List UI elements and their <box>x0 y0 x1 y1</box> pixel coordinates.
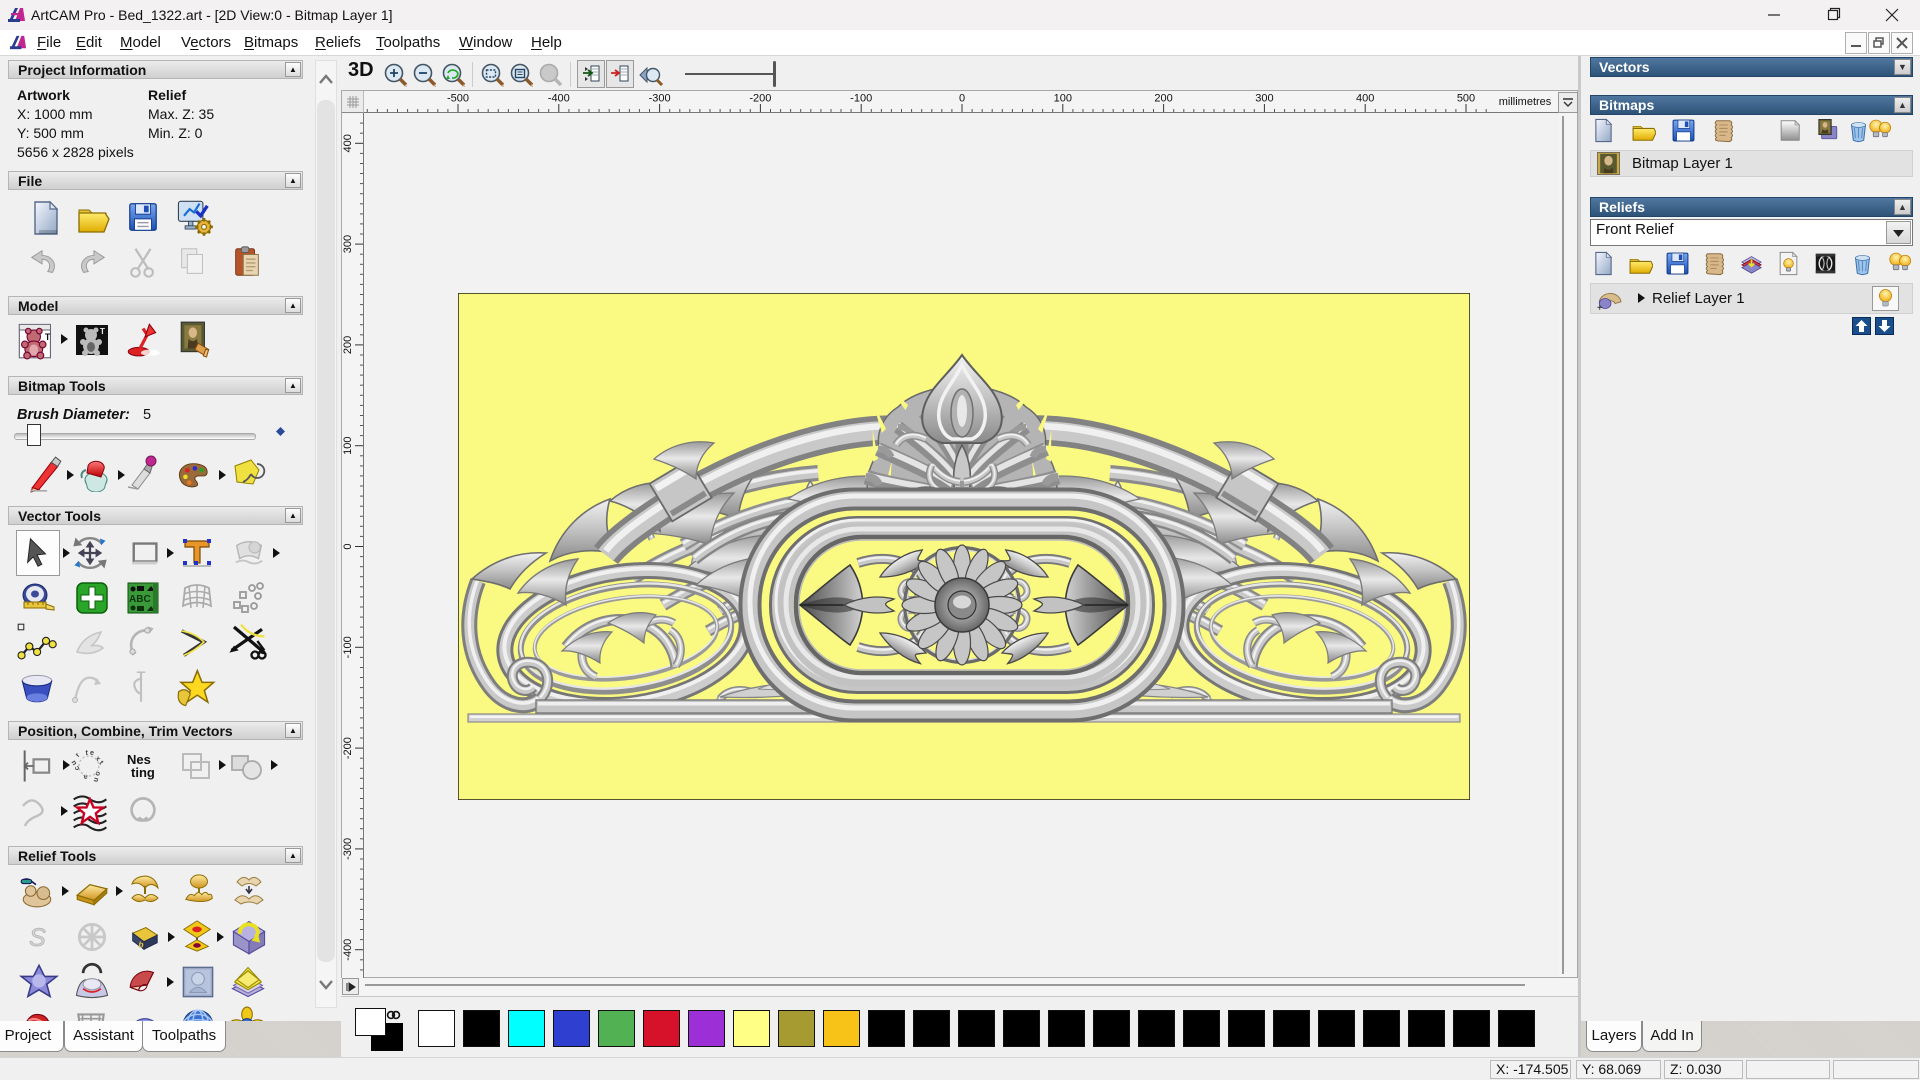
svg-text:100: 100 <box>1054 93 1072 105</box>
svg-text:a: a <box>82 773 88 782</box>
svg-text:500: 500 <box>1457 93 1475 105</box>
svg-text:200: 200 <box>342 336 354 354</box>
svg-text:-200: -200 <box>749 93 771 105</box>
svg-text:300: 300 <box>342 235 354 253</box>
svg-text:b: b <box>138 939 143 949</box>
svg-text:T: T <box>100 327 105 336</box>
svg-text:r: r <box>73 751 82 759</box>
svg-text:400: 400 <box>342 134 354 152</box>
svg-text:-100: -100 <box>850 93 872 105</box>
svg-text:-300: -300 <box>342 838 354 860</box>
svg-text:100: 100 <box>342 437 354 455</box>
svg-text:-400: -400 <box>342 939 354 961</box>
svg-text:-400: -400 <box>548 93 570 105</box>
svg-text:ting: ting <box>131 765 155 780</box>
svg-text:-500: -500 <box>447 93 469 105</box>
svg-text:0: 0 <box>959 93 965 105</box>
svg-text:200: 200 <box>1154 93 1172 105</box>
svg-text:-100: -100 <box>342 636 354 658</box>
svg-text:o n: o n <box>92 770 103 783</box>
svg-text:-300: -300 <box>649 93 671 105</box>
svg-text:x t: x t <box>93 754 106 767</box>
svg-text:S: S <box>29 924 46 952</box>
svg-text:300: 300 <box>1255 93 1273 105</box>
svg-text:+: + <box>1597 303 1603 312</box>
svg-text:T: T <box>45 332 51 342</box>
svg-text:ABC: ABC <box>129 594 151 605</box>
svg-text:0: 0 <box>342 543 354 549</box>
svg-text:400: 400 <box>1356 93 1374 105</box>
svg-text:-200: -200 <box>342 737 354 759</box>
